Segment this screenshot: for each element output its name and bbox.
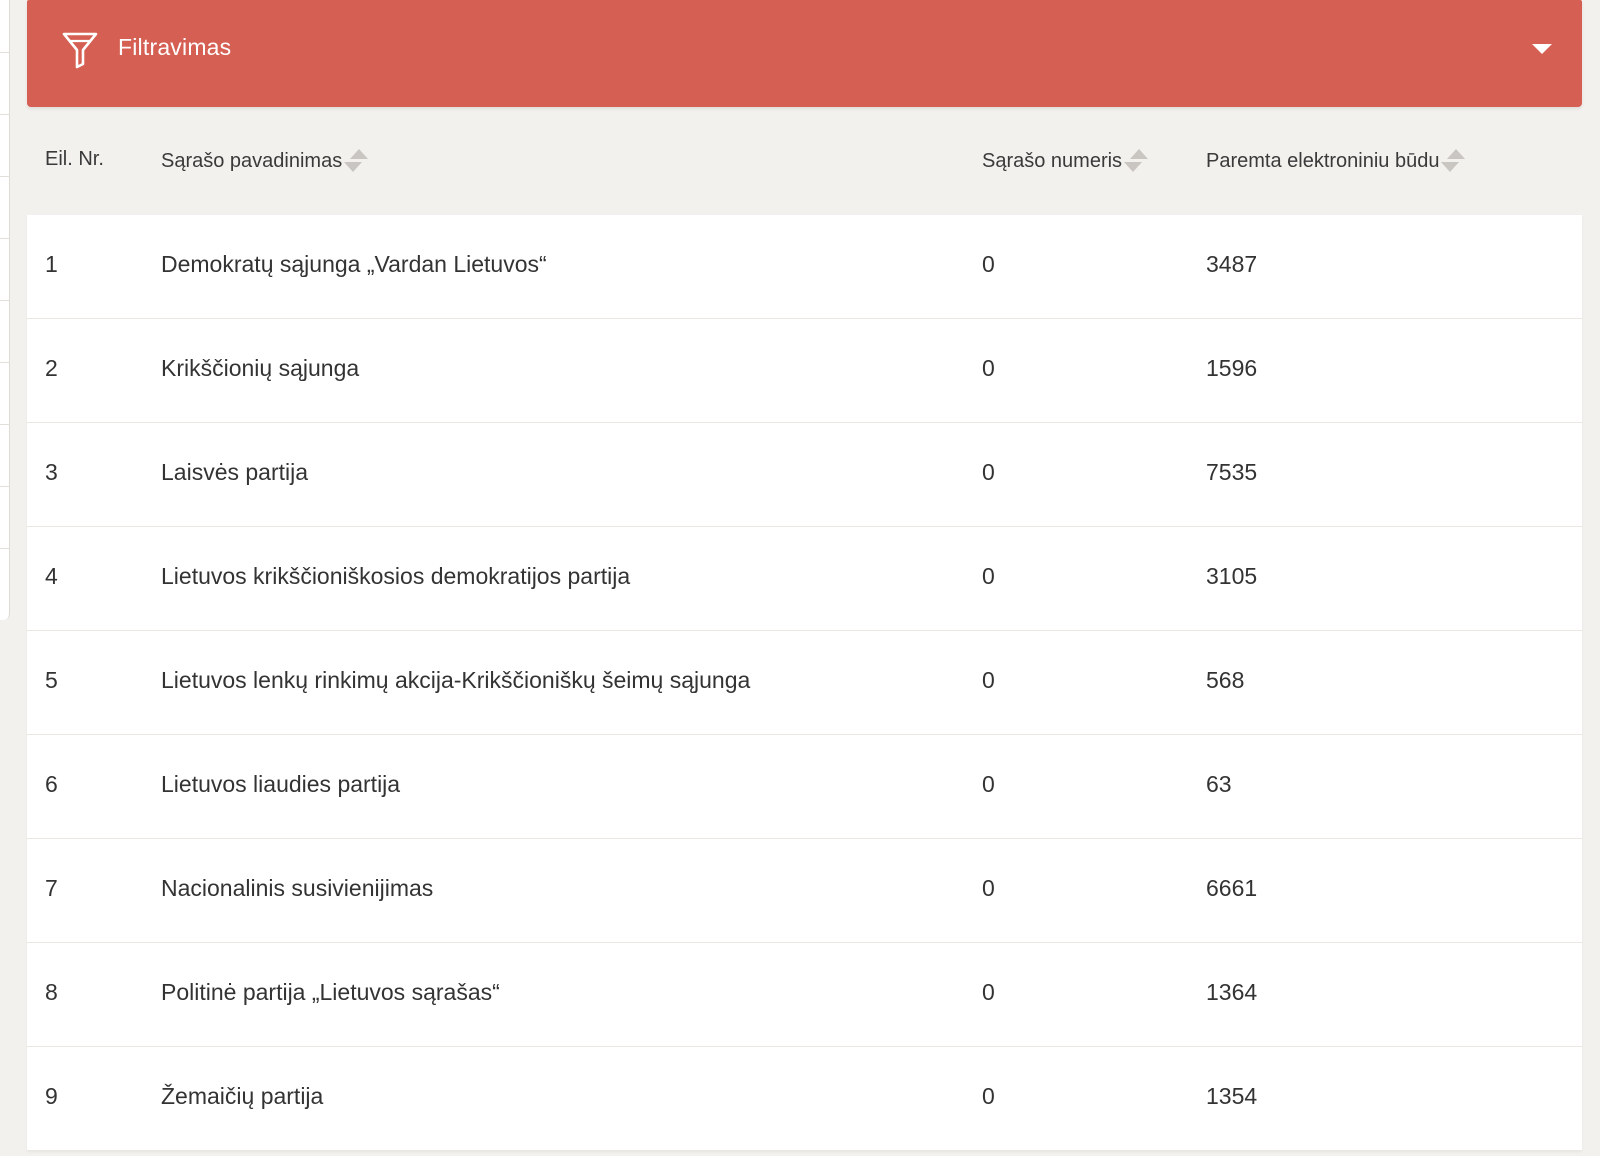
column-header-supported[interactable]: Paremta elektroniniu būdu — [1206, 148, 1469, 174]
column-header-name[interactable]: Sąrašo pavadinimas — [161, 148, 372, 174]
cell-number: 0 — [982, 459, 995, 485]
table-row: 4 Lietuvos krikščioniškosios demokratijo… — [27, 527, 1582, 631]
funnel-icon — [62, 32, 98, 69]
sort-icon[interactable] — [344, 148, 372, 174]
cell-nr: 7 — [45, 875, 58, 901]
side-panel-divider — [0, 52, 10, 53]
table-row: 3 Laisvės partija 0 7535 — [27, 423, 1582, 527]
cell-nr: 3 — [45, 459, 58, 485]
filter-panel-toggle[interactable]: Filtravimas — [27, 0, 1582, 107]
cell-supported: 1354 — [1206, 1083, 1258, 1109]
cell-nr: 6 — [45, 771, 58, 797]
side-panel-divider — [0, 486, 10, 487]
cell-supported: 1596 — [1206, 355, 1258, 381]
cell-number: 0 — [982, 771, 995, 797]
table-header: Eil. Nr. Sąrašo pavadinimas Sąrašo numer… — [27, 107, 1582, 215]
cell-supported: 3105 — [1206, 563, 1258, 589]
cell-supported: 1364 — [1206, 979, 1258, 1005]
column-header-label: Sąrašo numeris — [982, 149, 1123, 172]
side-panel-divider — [0, 300, 10, 301]
cell-supported: 6661 — [1206, 875, 1258, 901]
table-row: 8 Politinė partija „Lietuvos sąrašas“ 0 … — [27, 943, 1582, 1047]
cell-supported: 63 — [1206, 771, 1232, 797]
cell-number: 0 — [982, 875, 995, 901]
cell-number: 0 — [982, 563, 995, 589]
cell-supported: 7535 — [1206, 459, 1258, 485]
sort-icon[interactable] — [1441, 148, 1469, 174]
cell-nr: 5 — [45, 667, 58, 693]
cell-name: Krikščionių sąjunga — [161, 355, 360, 381]
cell-name: Žemaičių partija — [161, 1083, 324, 1109]
cell-number: 0 — [982, 1083, 995, 1109]
table-row: 6 Lietuvos liaudies partija 0 63 — [27, 735, 1582, 839]
cell-name: Demokratų sąjunga „Vardan Lietuvos“ — [161, 251, 547, 277]
cell-name: Laisvės partija — [161, 459, 309, 485]
table-row: 7 Nacionalinis susivienijimas 0 6661 — [27, 839, 1582, 943]
side-panel-edge — [0, 0, 10, 620]
cell-number: 0 — [982, 979, 995, 1005]
cell-name: Lietuvos lenkų rinkimų akcija-Krikščioni… — [161, 667, 751, 693]
lists-table: 1 Demokratų sąjunga „Vardan Lietuvos“ 0 … — [27, 215, 1582, 1151]
table-row: 9 Žemaičių partija 0 1354 — [27, 1047, 1582, 1151]
side-panel-divider — [0, 548, 10, 549]
column-header-label: Sąrašo pavadinimas — [161, 149, 343, 172]
cell-nr: 8 — [45, 979, 58, 1005]
table-row: 2 Krikščionių sąjunga 0 1596 — [27, 319, 1582, 423]
cell-supported: 568 — [1206, 667, 1245, 693]
cell-nr: 2 — [45, 355, 58, 381]
cell-name: Lietuvos krikščioniškosios demokratijos … — [161, 563, 631, 589]
column-header-number[interactable]: Sąrašo numeris — [982, 148, 1152, 174]
side-panel-divider — [0, 238, 10, 239]
cell-number: 0 — [982, 251, 995, 277]
cell-number: 0 — [982, 355, 995, 381]
cell-name: Nacionalinis susivienijimas — [161, 875, 434, 901]
cell-nr: 4 — [45, 563, 58, 589]
sort-icon[interactable] — [1124, 148, 1152, 174]
column-header-nr: Eil. Nr. — [45, 148, 104, 171]
side-panel-divider — [0, 424, 10, 425]
cell-supported: 3487 — [1206, 251, 1258, 277]
column-header-label: Eil. Nr. — [45, 148, 104, 170]
table-row: 5 Lietuvos lenkų rinkimų akcija-Krikščio… — [27, 631, 1582, 735]
cell-number: 0 — [982, 667, 995, 693]
caret-down-icon[interactable] — [1532, 44, 1552, 54]
side-panel-divider — [0, 114, 10, 115]
cell-name: Politinė partija „Lietuvos sąrašas“ — [161, 979, 500, 1005]
table-row: 1 Demokratų sąjunga „Vardan Lietuvos“ 0 … — [27, 215, 1582, 319]
filter-panel-title: Filtravimas — [118, 34, 232, 60]
column-header-label: Paremta elektroniniu būdu — [1206, 149, 1440, 172]
cell-nr: 9 — [45, 1083, 58, 1109]
side-panel-divider — [0, 176, 10, 177]
side-panel-divider — [0, 362, 10, 363]
cell-nr: 1 — [45, 251, 58, 277]
cell-name: Lietuvos liaudies partija — [161, 771, 401, 797]
